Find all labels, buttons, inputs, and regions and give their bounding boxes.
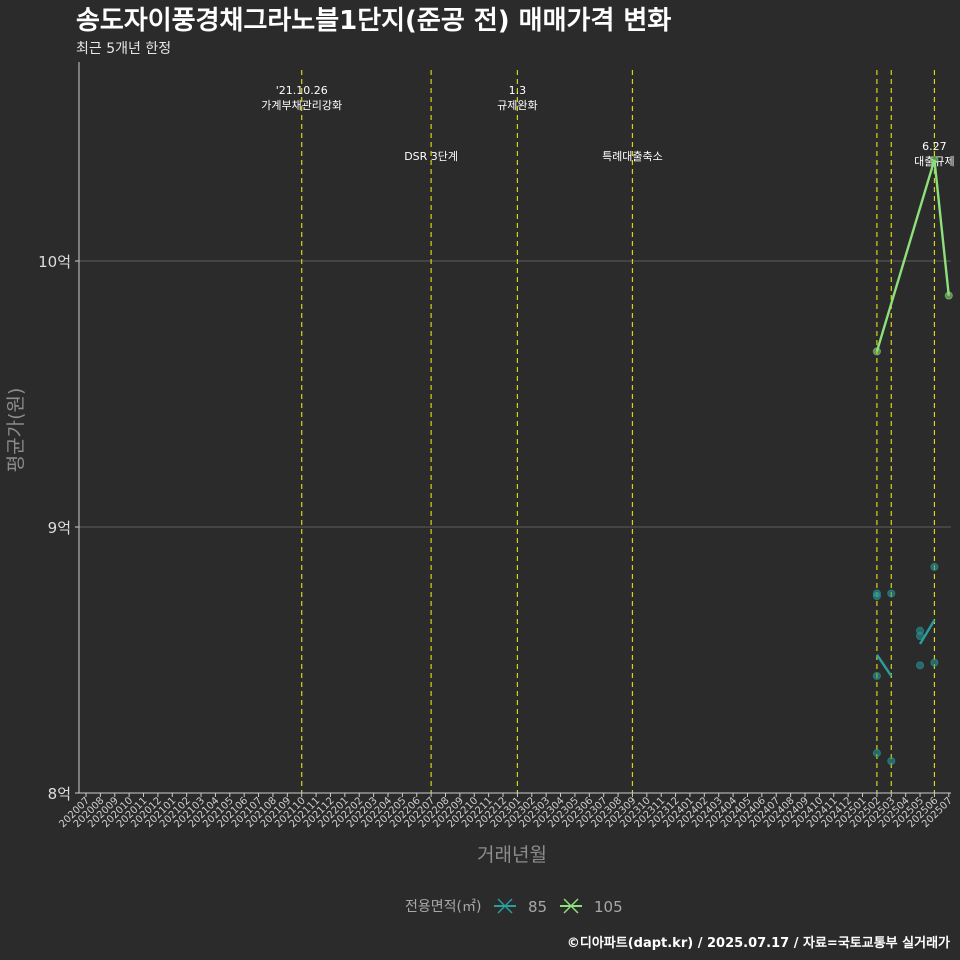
series-85 xyxy=(872,562,939,766)
series-85-point xyxy=(930,562,939,572)
chart-root: 송도자이풍경채그라노블1단지(준공 전) 매매가격 변화 최근 5개년 한정 '… xyxy=(0,0,960,960)
series-85-point xyxy=(887,589,896,598)
event-annotation-line: 특례대출축소 xyxy=(602,150,663,163)
grid-layer xyxy=(79,260,951,794)
chart-caption: ©디아파트(dapt.kr) / 2025.07.17 / 자료=국토교통부 실… xyxy=(567,935,950,951)
event-annotation: DSR 3단계 xyxy=(404,150,458,163)
chart-svg: 송도자이풍경채그라노블1단지(준공 전) 매매가격 변화 최근 5개년 한정 '… xyxy=(5,6,955,951)
legend-title: 전용면적(㎡) xyxy=(405,899,481,915)
event-layer: '21.10.26가계부채관리강화DSR 3단계1.3규제완화특례대출축소토허제… xyxy=(261,70,955,793)
legend-label-85: 85 xyxy=(528,898,547,916)
x-axis-label: 거래년월 xyxy=(477,844,547,866)
series-105-line xyxy=(875,159,950,352)
legend: 전용면적(㎡) 85 105 xyxy=(405,898,623,916)
series-layer xyxy=(872,155,953,766)
event-annotation-line: '21.10.26 xyxy=(276,84,328,97)
series-85-point xyxy=(915,631,925,641)
event-annotation: 특례대출축소 xyxy=(602,150,663,163)
y-tick-label: 8억 xyxy=(48,785,71,803)
y-axis-label: 평균가(원) xyxy=(5,388,27,473)
series-105 xyxy=(872,155,953,356)
series-85-point xyxy=(887,756,896,766)
series-85-point xyxy=(872,749,882,758)
y-tick-label: 10억 xyxy=(38,253,71,271)
event-annotation-line: 규제완화 xyxy=(497,99,537,112)
series-85-point xyxy=(930,658,939,667)
series-105-point xyxy=(930,155,939,165)
chart-subtitle: 최근 5개년 한정 xyxy=(76,41,171,57)
series-85-point xyxy=(872,592,882,601)
event-annotation-line: 1.3 xyxy=(509,84,527,97)
legend-key-105 xyxy=(560,898,582,914)
event-annotation-line: DSR 3단계 xyxy=(404,150,458,163)
series-85-point xyxy=(872,671,882,681)
series-105-point xyxy=(944,291,953,300)
event-annotation-line: 6.27 xyxy=(922,140,947,153)
legend-label-105: 105 xyxy=(594,898,623,916)
event-annotation-line: 가계부채관리강화 xyxy=(261,99,342,112)
series-105-point xyxy=(872,347,882,356)
series-85-point xyxy=(915,661,925,670)
chart-title: 송도자이풍경채그라노블1단지(준공 전) 매매가격 변화 xyxy=(76,6,671,36)
axis-layer: 8억9억10억202007202008202009202010202011202… xyxy=(38,62,955,830)
legend-key-85 xyxy=(494,898,516,914)
y-tick-label: 9억 xyxy=(48,519,71,537)
